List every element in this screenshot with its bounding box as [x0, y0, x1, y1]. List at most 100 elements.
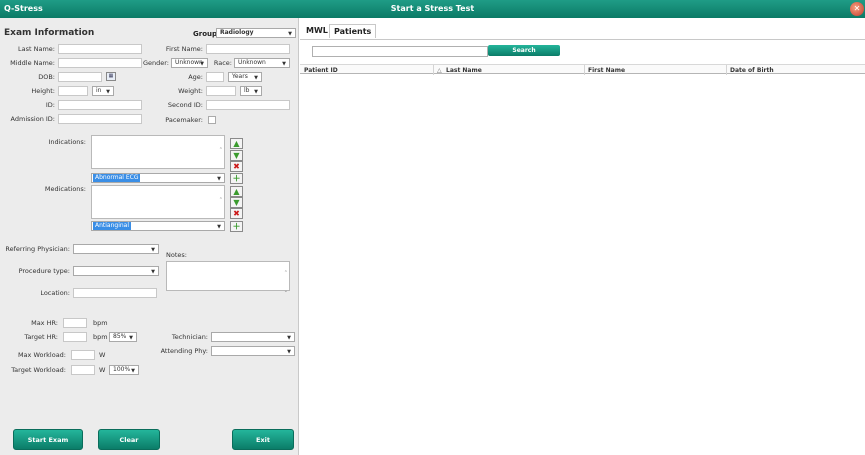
medications-dropdown[interactable]: Antianginal ▼: [91, 221, 225, 231]
clear-button[interactable]: Clear: [98, 429, 160, 450]
max-hr-field[interactable]: [63, 318, 87, 328]
height-unit-dropdown[interactable]: in ▼: [92, 86, 114, 96]
up-arrow-icon[interactable]: ▲: [230, 138, 243, 149]
age-label: Age:: [188, 73, 203, 81]
add-icon[interactable]: ＋: [230, 173, 243, 184]
race-dropdown[interactable]: Unknown ▼: [234, 58, 290, 68]
target-workload-pct-dropdown[interactable]: 100% ▼: [109, 365, 139, 375]
second-id-field[interactable]: [206, 100, 290, 110]
scrollbar[interactable]: ⌃⌄: [284, 264, 288, 300]
down-arrow-icon[interactable]: ▼: [230, 197, 243, 208]
close-icon[interactable]: ✕: [850, 2, 864, 16]
pacemaker-label: Pacemaker:: [165, 116, 203, 124]
patients-panel: MWL Patients Search Patient ID △ Last Na…: [300, 18, 865, 455]
tab-mwl[interactable]: MWL: [302, 24, 332, 37]
sort-ascending-icon: △: [437, 67, 442, 74]
id-field[interactable]: [58, 100, 142, 110]
add-icon[interactable]: ＋: [230, 221, 243, 232]
referring-physician-dropdown[interactable]: ▼: [73, 244, 159, 254]
max-workload-field[interactable]: [71, 350, 95, 360]
exam-information-panel: Exam Information Group Radiology ▼ Last …: [0, 18, 299, 455]
column-first-name[interactable]: First Name: [588, 67, 625, 74]
max-workload-unit: W: [99, 351, 106, 359]
last-name-field[interactable]: [58, 44, 142, 54]
indications-selected: Abnormal ECG: [93, 174, 141, 182]
column-date-of-birth[interactable]: Date of Birth: [730, 67, 774, 74]
target-hr-pct-dropdown[interactable]: 85% ▼: [109, 332, 137, 342]
indications-list[interactable]: ⌃⌄: [91, 135, 225, 177]
last-name-label: Last Name:: [18, 45, 55, 53]
pacemaker-checkbox[interactable]: [208, 116, 216, 124]
column-divider[interactable]: [584, 65, 585, 75]
target-workload-field[interactable]: [71, 365, 95, 375]
age-unit-dropdown[interactable]: Years ▼: [228, 72, 262, 82]
column-divider[interactable]: [433, 65, 434, 75]
attending-phy-dropdown[interactable]: ▼: [211, 346, 295, 356]
chevron-down-icon: ▼: [288, 31, 292, 37]
target-hr-unit: bpm: [93, 333, 108, 341]
medications-selected: Antianginal: [93, 222, 132, 230]
technician-dropdown[interactable]: ▼: [211, 332, 295, 342]
search-input[interactable]: [312, 46, 488, 57]
age-unit-value: Years: [232, 73, 248, 80]
middle-name-field[interactable]: [58, 58, 142, 68]
height-field[interactable]: [58, 86, 88, 96]
height-label: Height:: [31, 87, 55, 95]
notes-label: Notes:: [166, 251, 187, 259]
remove-icon[interactable]: ✖: [230, 161, 243, 172]
target-hr-pct-value: 85%: [113, 333, 127, 340]
title-bar: Q-Stress Start a Stress Test ✕: [0, 0, 865, 18]
first-name-field[interactable]: [206, 44, 290, 54]
panel-title: Exam Information: [4, 28, 95, 38]
chevron-down-icon: ▼: [106, 89, 110, 95]
max-workload-label: Max Workload:: [17, 351, 66, 359]
notes-field[interactable]: ⌃ ⌄: [166, 261, 290, 294]
medications-list[interactable]: ⌃⌄: [91, 185, 225, 227]
target-hr-field[interactable]: [63, 332, 87, 342]
weight-unit-dropdown[interactable]: lb ▼: [240, 86, 262, 96]
chevron-down-icon: ▼: [129, 335, 133, 341]
chevron-down-icon: ▼: [254, 75, 258, 81]
down-arrow-icon[interactable]: ▼: [230, 150, 243, 161]
gender-label: Gender:: [142, 59, 169, 67]
chevron-down-icon: ▼: [254, 89, 258, 95]
chevron-down-icon: ▼: [287, 335, 291, 341]
age-field[interactable]: [206, 72, 224, 82]
admission-id-label: Admission ID:: [10, 115, 55, 123]
column-last-name[interactable]: Last Name: [446, 67, 482, 74]
admission-id-field[interactable]: [58, 114, 142, 124]
procedure-type-dropdown[interactable]: ▼: [73, 266, 159, 276]
up-arrow-icon[interactable]: ▲: [230, 186, 243, 197]
medications-label: Medications:: [44, 185, 86, 193]
indications-label: Indications:: [48, 138, 86, 146]
tab-divider: [300, 39, 865, 40]
column-patient-id[interactable]: Patient ID: [304, 67, 338, 74]
start-exam-button[interactable]: Start Exam: [13, 429, 83, 450]
remove-icon[interactable]: ✖: [230, 208, 243, 219]
location-field[interactable]: [73, 288, 157, 298]
procedure-type-label: Procedure type:: [18, 267, 70, 275]
exit-button[interactable]: Exit: [232, 429, 294, 450]
column-divider[interactable]: [726, 65, 727, 75]
weight-field[interactable]: [206, 86, 236, 96]
indications-dropdown[interactable]: Abnormal ECG ▼: [91, 173, 225, 183]
search-button[interactable]: Search: [488, 45, 560, 56]
group-value: Radiology: [220, 29, 254, 36]
gender-dropdown[interactable]: Unknown ▼: [171, 58, 208, 68]
chevron-down-icon: ▼: [200, 61, 204, 67]
chevron-down-icon: ▼: [282, 61, 286, 67]
calendar-icon[interactable]: ▦: [106, 72, 116, 81]
max-hr-label: Max HR:: [31, 319, 58, 327]
group-label: Group: [193, 30, 218, 38]
tab-patients[interactable]: Patients: [329, 24, 377, 38]
location-label: Location:: [40, 289, 70, 297]
group-dropdown[interactable]: Radiology ▼: [216, 28, 296, 38]
dob-field[interactable]: [58, 72, 102, 82]
race-label: Race:: [213, 59, 232, 67]
weight-unit-value: lb: [244, 87, 250, 94]
race-value: Unknown: [238, 59, 266, 66]
chevron-down-icon: ▼: [151, 247, 155, 253]
attending-phy-label: Attending Phy:: [160, 347, 208, 355]
target-workload-label: Target Workload:: [11, 366, 66, 374]
second-id-label: Second ID:: [167, 101, 203, 109]
